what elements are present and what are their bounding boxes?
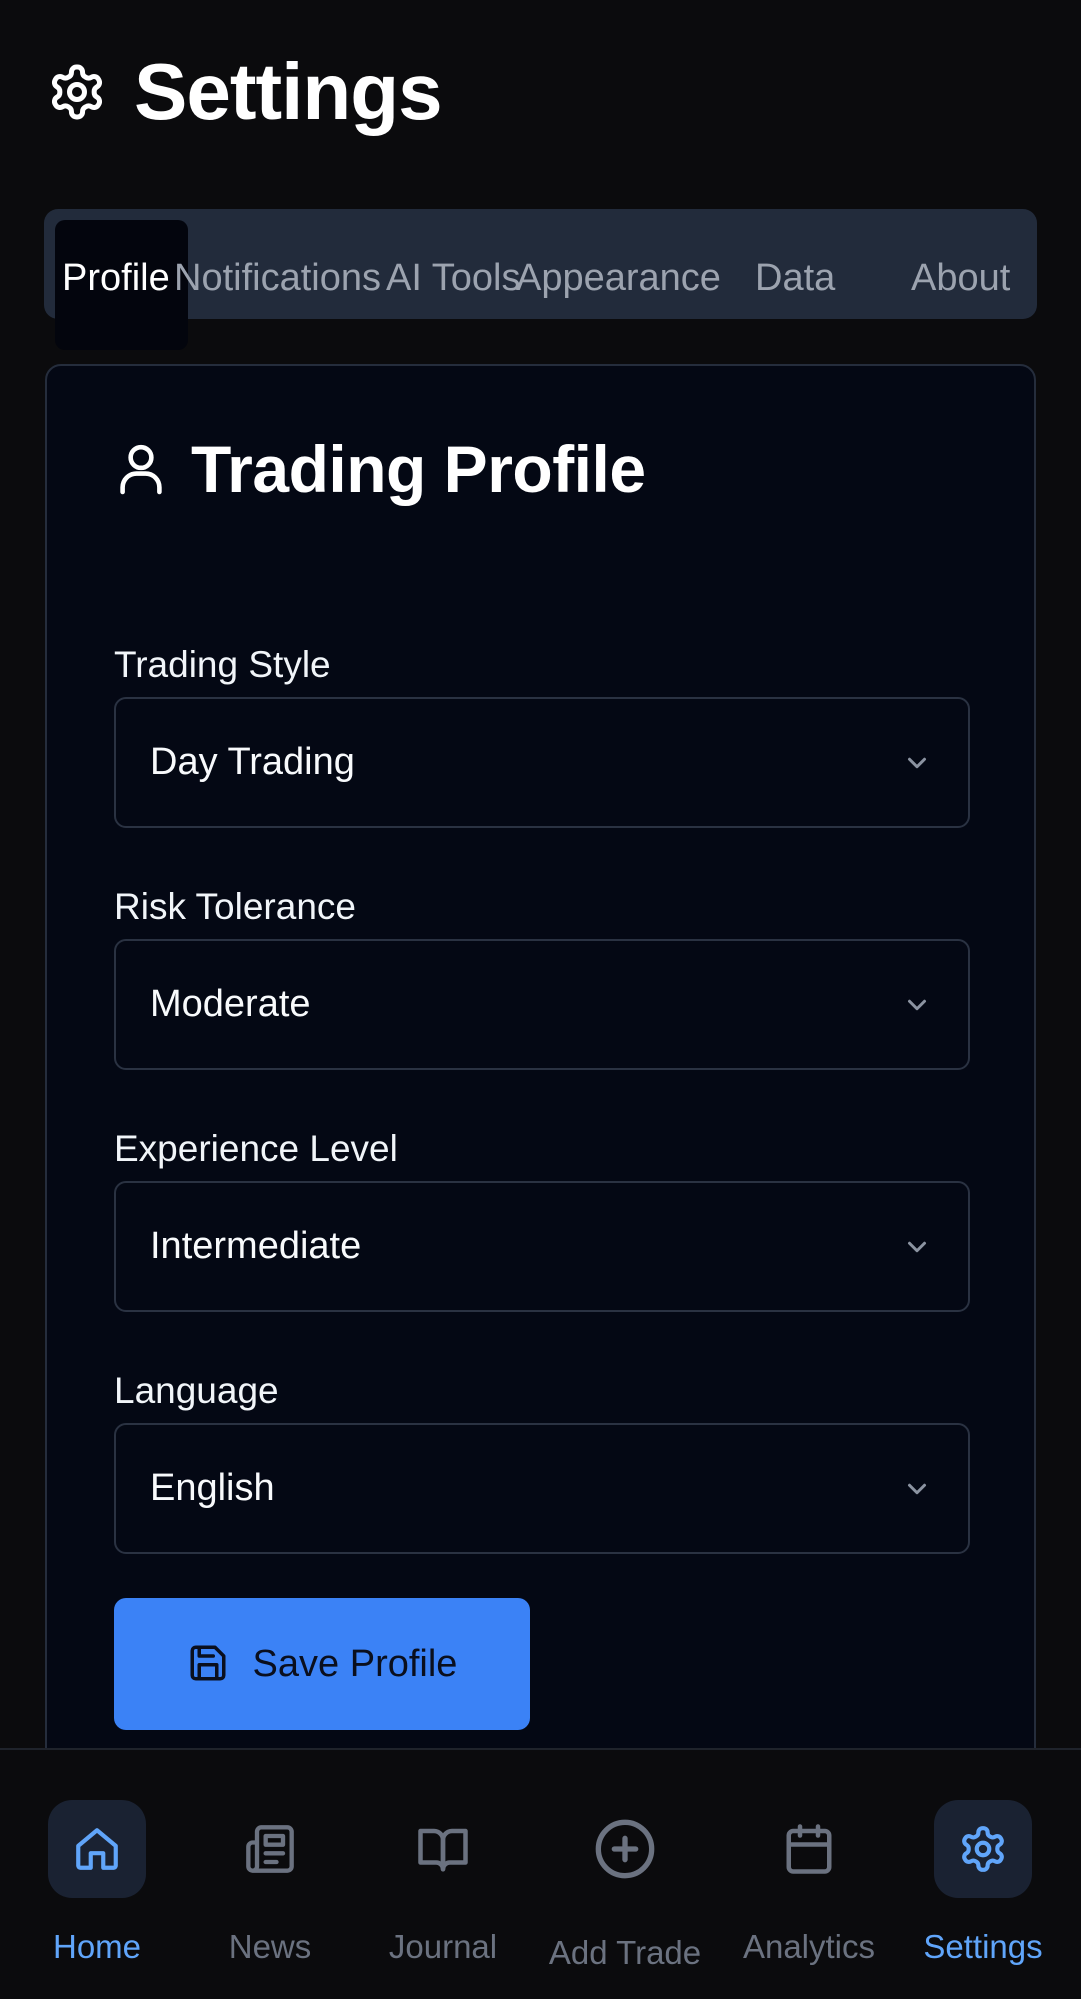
save-profile-button[interactable]: Save Profile [114,1598,530,1730]
home-icon [48,1800,146,1898]
nav-label: Settings [923,1928,1043,1965]
field-label: Risk Tolerance [114,886,356,927]
nav-label: Analytics [742,1928,876,1965]
user-icon [117,439,165,499]
language-select[interactable]: English [114,1423,970,1554]
tab-profile[interactable]: Profile [62,259,170,297]
page-title: Settings [134,47,443,136]
calendar-icon [760,1800,858,1898]
tab-ai-tools[interactable]: AI Tools [386,259,520,297]
plus-circle-icon [576,1800,674,1898]
select-value: English [150,1467,275,1509]
save-button-label: Save Profile [252,1642,458,1685]
nav-label: Add Trade [548,1934,702,1971]
tab-about[interactable]: About [911,259,1010,297]
settings-tabs: Profile Notifications AI Tools Appearanc… [44,209,1037,350]
language-field: Language English [114,1372,970,1554]
chevron-down-icon [902,1474,932,1504]
field-label: Trading Style [114,644,331,685]
nav-settings[interactable]: Settings [898,1750,1068,1999]
nav-analytics[interactable]: Analytics [724,1750,894,1999]
card-title: Trading Profile [191,432,646,506]
gear-icon [934,1800,1032,1898]
nav-label: Home [52,1928,142,1965]
nav-journal[interactable]: Journal [358,1750,528,1999]
nav-label: News [228,1928,312,1965]
settings-page: Settings Profile Notifications AI Tools … [0,0,1081,1999]
card-header: Trading Profile [117,436,646,502]
chevron-down-icon [902,1232,932,1262]
tab-notifications[interactable]: Notifications [174,259,381,297]
tab-appearance[interactable]: Appearance [516,259,721,297]
trading-style-select[interactable]: Day Trading [114,697,970,828]
chevron-down-icon [902,748,932,778]
chevron-down-icon [902,990,932,1020]
nav-home[interactable]: Home [12,1750,182,1999]
gear-icon [46,61,108,123]
save-icon [187,1642,229,1687]
experience-level-field: Experience Level Intermediate [114,1130,970,1312]
select-value: Moderate [150,983,311,1025]
select-value: Day Trading [150,741,355,783]
tab-data[interactable]: Data [755,259,835,297]
risk-tolerance-field: Risk Tolerance Moderate [114,888,970,1070]
field-label: Language [114,1370,279,1411]
newspaper-icon [221,1800,319,1898]
nav-add-trade[interactable]: Add Trade [540,1750,710,1999]
select-value: Intermediate [150,1225,362,1267]
nav-label: Journal [388,1928,498,1965]
bottom-nav: Home News Journal Add Trade Analytics Se… [0,1748,1081,1999]
experience-level-select[interactable]: Intermediate [114,1181,970,1312]
book-open-icon [394,1800,492,1898]
page-header: Settings [46,47,443,136]
risk-tolerance-select[interactable]: Moderate [114,939,970,1070]
field-label: Experience Level [114,1128,398,1169]
nav-news[interactable]: News [185,1750,355,1999]
trading-style-field: Trading Style Day Trading [114,646,970,828]
